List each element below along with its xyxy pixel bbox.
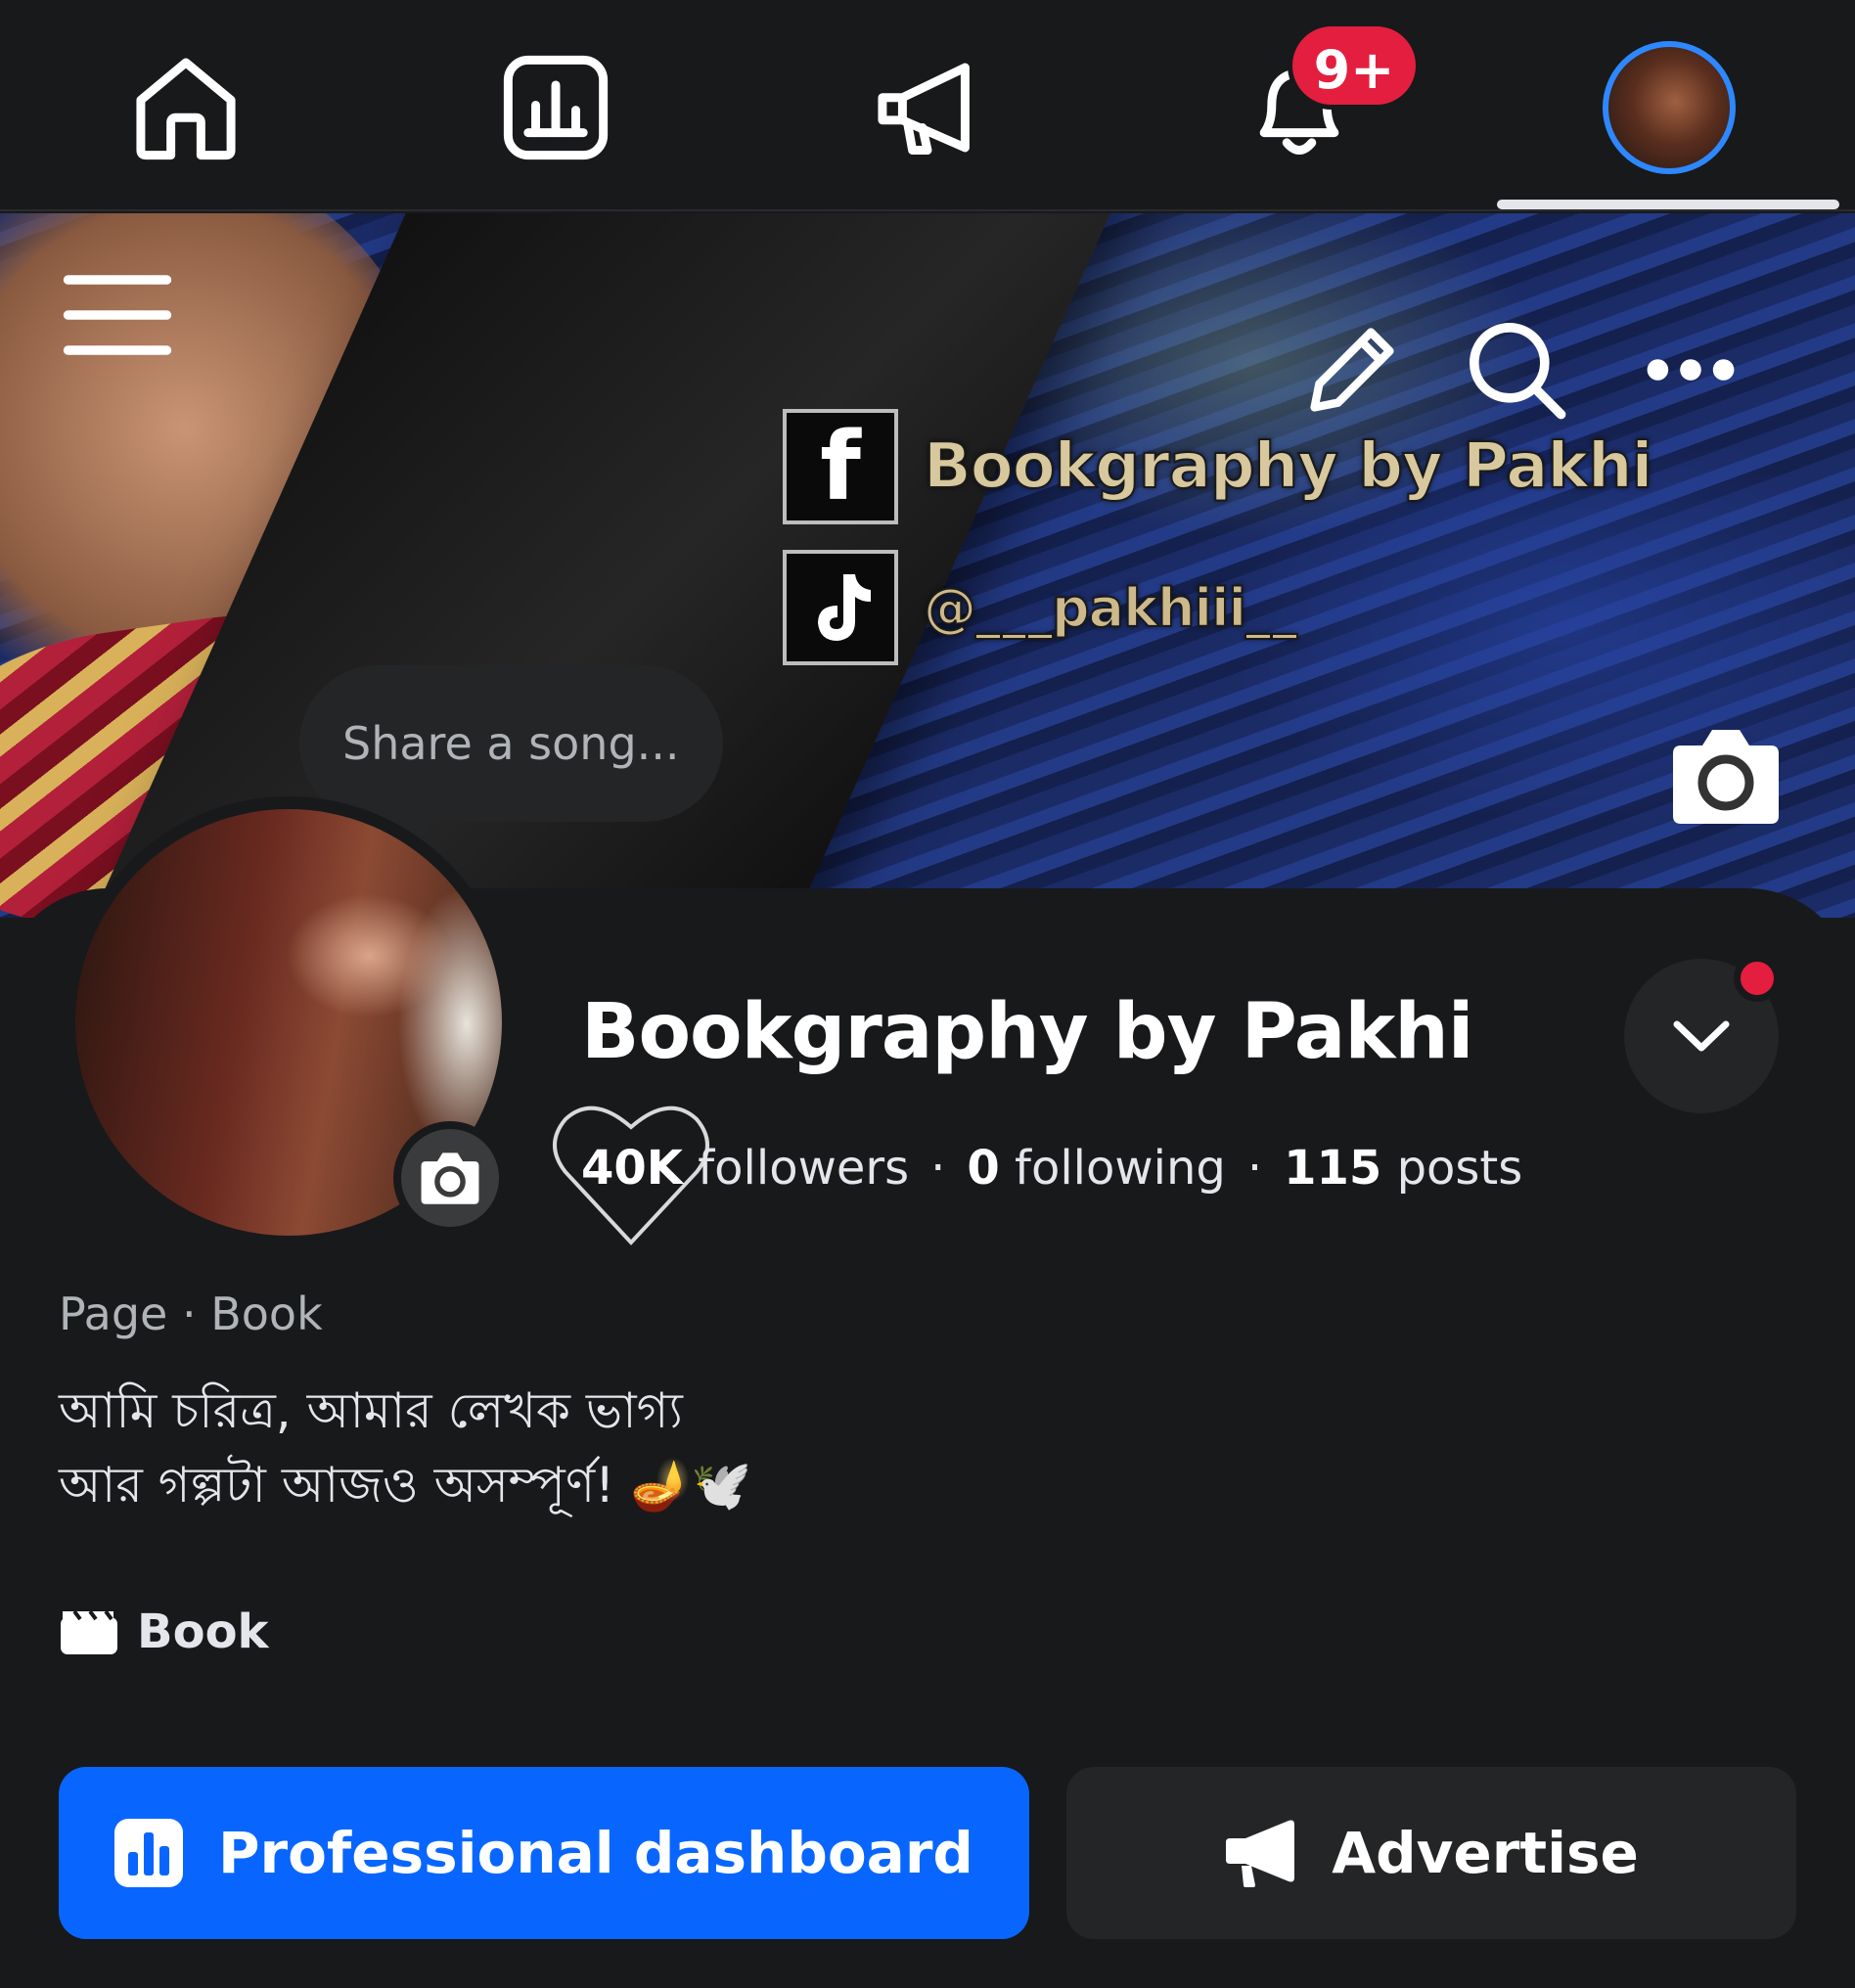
profile-avatar	[1603, 41, 1736, 174]
cover-handle: @___pakhiii__	[923, 576, 1298, 640]
professional-dashboard-button[interactable]: Professional dashboard	[59, 1767, 1029, 1939]
category-tag-label: Book	[137, 1604, 269, 1659]
megaphone-icon	[878, 63, 970, 155]
tiktok-logo-icon	[783, 550, 898, 665]
edit-cover-photo-button[interactable]	[1667, 722, 1785, 830]
dashboard-icon	[114, 1819, 184, 1887]
stat-separator: ·	[930, 1141, 946, 1196]
notification-badge: 9+	[1288, 22, 1421, 110]
camera-icon	[421, 1152, 479, 1204]
share-song-button[interactable]: Share a song...	[299, 665, 723, 822]
edit-profile-picture-button[interactable]	[393, 1121, 507, 1235]
share-song-label: Share a song...	[342, 717, 680, 770]
posts-stat[interactable]: 115 posts	[1284, 1141, 1522, 1196]
stat-separator: ·	[1246, 1141, 1263, 1196]
page-title: Bookgraphy by Pakhi	[581, 988, 1473, 1076]
hamburger-menu-icon	[63, 275, 172, 355]
following-stat[interactable]: 0 following	[967, 1141, 1225, 1196]
professional-dashboard-label: Professional dashboard	[218, 1820, 973, 1886]
page-bio: আমি চরিত্র, আমার লেখক ভাগ্য আর গল্পটা আজ…	[59, 1382, 752, 1514]
cover-page-title: Bookgraphy by Pakhi	[923, 429, 1653, 504]
menu-button[interactable]	[59, 256, 176, 374]
facebook-logo-icon: f	[783, 409, 898, 524]
page-category-line: Page · Book	[59, 1288, 323, 1340]
tiktok-row: @___pakhiii__	[783, 550, 1651, 665]
home-tab[interactable]	[108, 29, 264, 186]
switcher-notification-dot	[1734, 955, 1781, 1002]
profile-stats: 40K followers · 0 following · 115 posts	[581, 1141, 1522, 1196]
chevron-down-icon	[1673, 1020, 1730, 1052]
facebook-row: f Bookgraphy by Pakhi	[783, 409, 1653, 524]
profile-tab[interactable]	[1591, 29, 1747, 186]
camera-icon	[1673, 730, 1779, 824]
megaphone-icon	[1226, 1820, 1295, 1887]
home-icon	[136, 58, 236, 160]
top-navigation-bar: 9+	[0, 0, 1855, 211]
dashboard-tab[interactable]	[477, 29, 634, 186]
active-tab-indicator	[1497, 200, 1839, 209]
dashboard-icon	[503, 55, 609, 160]
clapperboard-icon	[61, 1609, 117, 1654]
category-tag[interactable]: Book	[59, 1604, 268, 1659]
followers-stat[interactable]: 40K followers	[581, 1141, 909, 1196]
cover-social-overlay: f Bookgraphy by Pakhi @___pakhiii__	[783, 409, 1653, 691]
advertise-label: Advertise	[1332, 1820, 1639, 1886]
advertise-button[interactable]: Advertise	[1066, 1767, 1796, 1939]
ads-tab[interactable]	[849, 29, 1006, 186]
